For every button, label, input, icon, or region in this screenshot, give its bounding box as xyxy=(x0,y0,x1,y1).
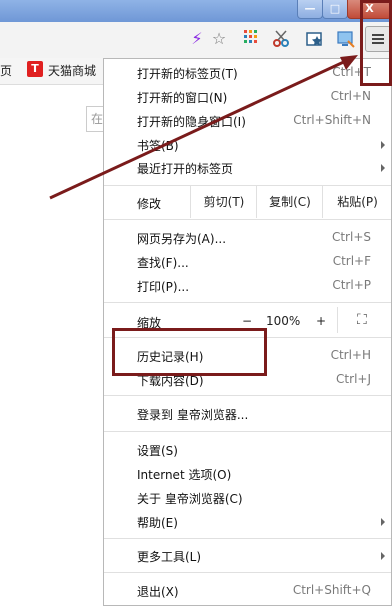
annotation-arrow xyxy=(49,55,358,200)
